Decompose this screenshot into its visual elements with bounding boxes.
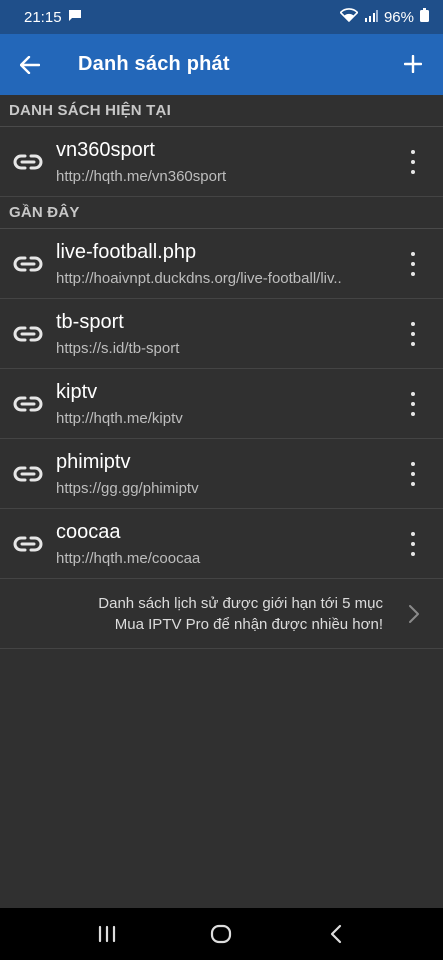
wifi-icon [339,8,359,26]
signal-icon [364,9,378,26]
link-icon [0,535,56,553]
more-vert-icon [411,462,415,466]
playlist-item[interactable]: vn360sport http://hqth.me/vn360sport [0,127,443,197]
back-button[interactable] [0,34,60,95]
playlist-name: live-football.php [56,240,197,263]
plus-icon [404,55,422,73]
notice-line-limit: Danh sách lịch sử được giới hạn tới 5 mụ… [98,594,383,612]
link-icon [0,325,56,343]
playlist-url: https://gg.gg/phimiptv [56,479,199,497]
notice-line-upgrade: Mua IPTV Pro để nhận được nhiều hơn! [114,615,383,633]
recent-apps-icon [99,925,116,943]
section-header-current: DANH SÁCH HIỆN TẠI [0,95,443,127]
more-options-button[interactable] [403,392,423,416]
add-playlist-button[interactable] [397,48,429,80]
playlist-item[interactable]: live-football.php http://hoaivnpt.duckdn… [0,229,443,299]
link-icon [0,465,56,483]
playlist-url: https://s.id/tb-sport [56,339,180,357]
playlist-item[interactable]: tb-sport https://s.id/tb-sport [0,299,443,369]
section-header-recent: GẦN ĐÂY [0,197,443,229]
recent-apps-button[interactable] [87,914,127,954]
playlist-item[interactable]: coocaa http://hqth.me/coocaa [0,509,443,579]
more-options-button[interactable] [403,322,423,346]
playlist-name: phimiptv [56,450,131,473]
more-vert-icon [411,252,415,256]
back-chevron-icon [330,924,341,944]
playlist-name: coocaa [56,520,121,543]
playlist-name: tb-sport [56,310,124,333]
home-button[interactable] [201,914,241,954]
battery-level: 96% [383,8,414,26]
playlist-name: kiptv [56,380,98,403]
app-bar: Danh sách phát [0,34,443,95]
playlist-url: http://hqth.me/coocaa [56,549,201,567]
playlist-item[interactable]: kiptv http://hqth.me/kiptv [0,369,443,439]
chevron-right-icon [409,605,419,628]
link-icon [0,153,56,171]
link-icon [0,395,56,413]
home-icon [211,924,232,944]
more-vert-icon [411,150,415,154]
more-options-button[interactable] [403,252,423,276]
system-nav-bar [0,908,443,960]
message-notification-icon [68,9,82,26]
battery-icon [420,8,429,26]
link-icon [0,255,56,273]
more-options-button[interactable] [403,150,423,174]
playlist-url: http://hqth.me/vn360sport [56,167,227,185]
history-limit-notice[interactable]: Danh sách lịch sử được giới hạn tới 5 mụ… [0,579,443,649]
playlist-url: http://hqth.me/kiptv [56,409,183,427]
arrow-back-icon [20,55,40,74]
status-bar: 21:15 96% [0,0,443,34]
more-vert-icon [411,532,415,536]
playlist-item[interactable]: phimiptv https://gg.gg/phimiptv [0,439,443,509]
playlist-url: http://hoaivnpt.duckdns.org/live-footbal… [56,269,342,287]
more-options-button[interactable] [403,532,423,556]
status-time: 21:15 [24,8,62,26]
more-vert-icon [411,322,415,326]
page-title: Danh sách phát [78,53,230,75]
more-vert-icon [411,392,415,396]
more-options-button[interactable] [403,462,423,486]
playlist-name: vn360sport [56,138,155,161]
system-back-button[interactable] [316,914,356,954]
